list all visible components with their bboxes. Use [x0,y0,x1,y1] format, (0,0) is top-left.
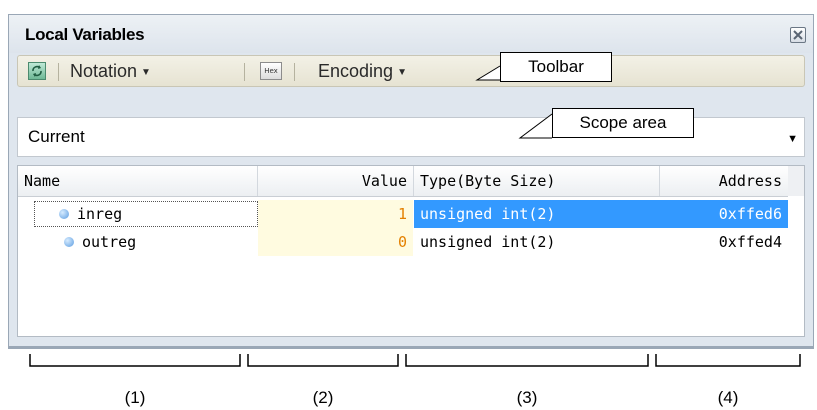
bracket-label-4: (4) [717,388,739,407]
bracket-label-2: (2) [312,388,334,407]
bracket-label-1: (1) [124,388,146,407]
bracket-label-3: (3) [516,388,538,407]
scope-area-callout: Scope area [552,108,694,138]
annotation-overlay [29,65,801,367]
toolbar-callout: Toolbar [500,52,612,82]
